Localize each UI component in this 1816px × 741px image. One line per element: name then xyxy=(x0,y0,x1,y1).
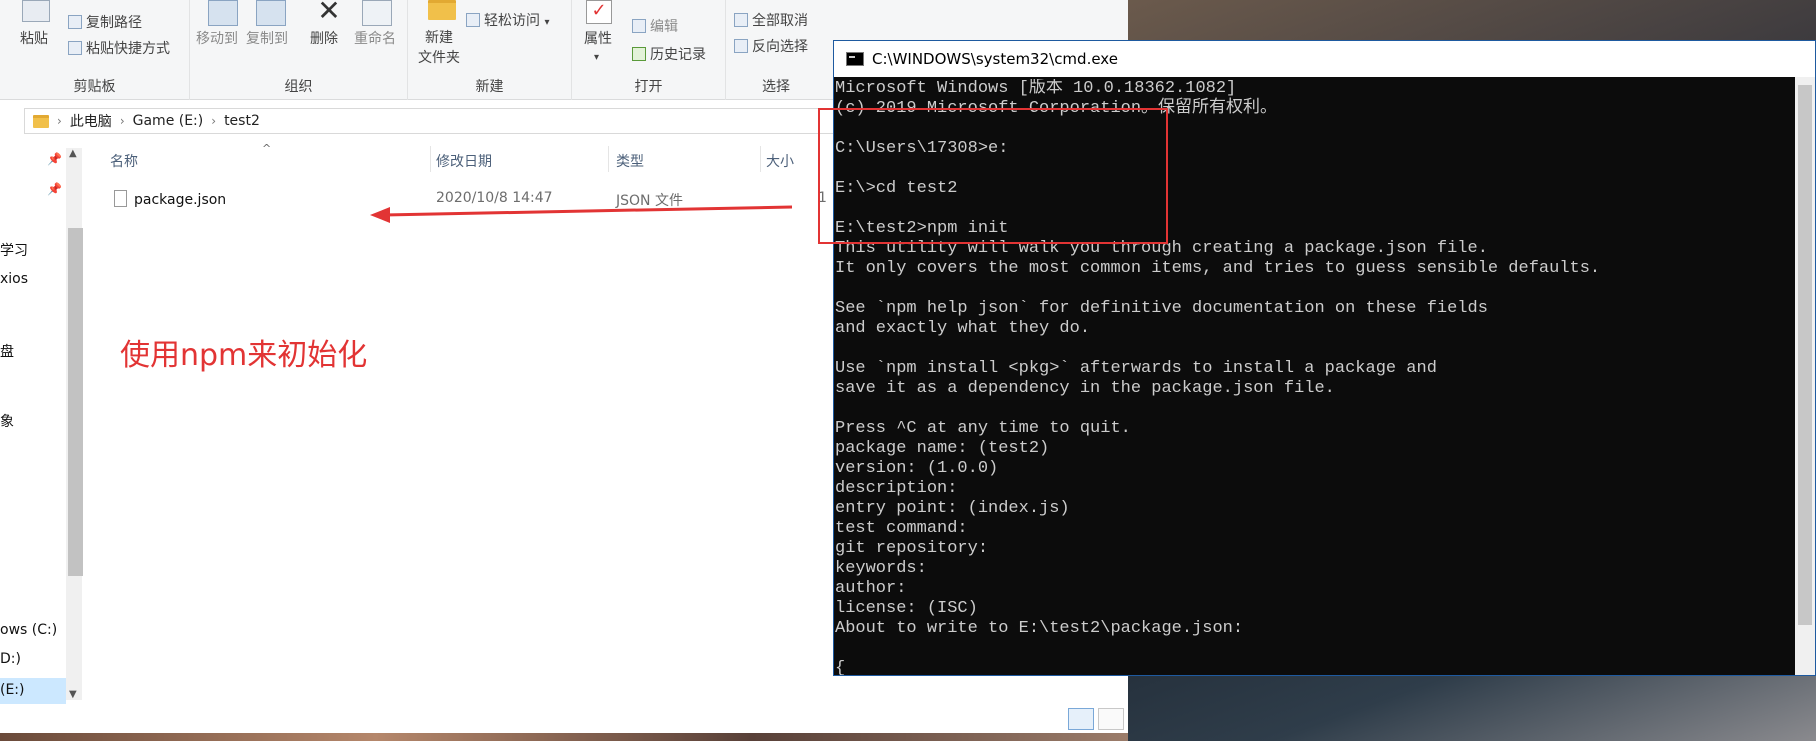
annotation-arrow xyxy=(370,205,793,223)
